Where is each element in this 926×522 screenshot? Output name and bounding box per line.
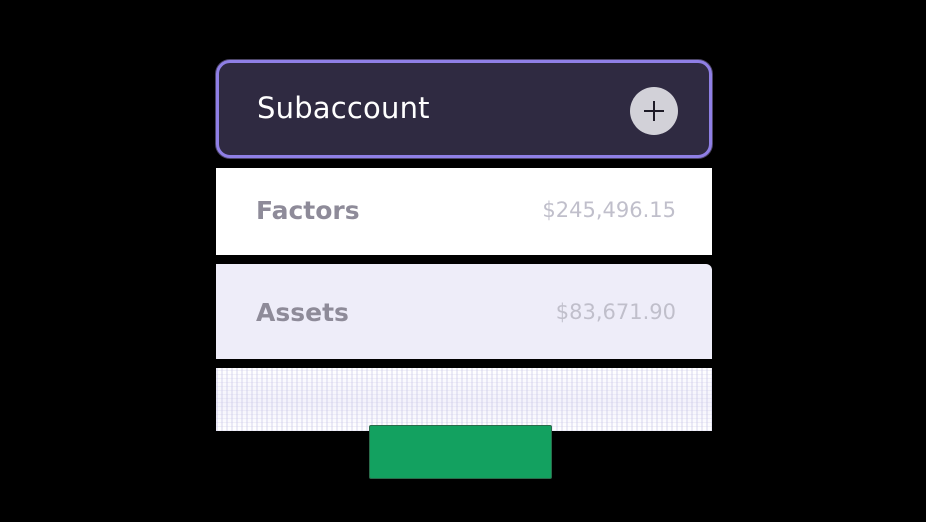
- green-action-bar[interactable]: [369, 425, 552, 479]
- list-item-assets[interactable]: Assets $83,671.90: [216, 264, 712, 359]
- subaccount-title: Subaccount: [257, 91, 430, 125]
- list-item-factors[interactable]: Factors $245,496.15: [216, 168, 712, 255]
- subaccount-header: Subaccount: [216, 60, 712, 158]
- subaccount-card-stack: Subaccount Factors $245,496.15 Assets $8…: [0, 0, 926, 522]
- add-subaccount-button[interactable]: [630, 87, 678, 135]
- row-label: Factors: [256, 196, 360, 225]
- row-amount: $245,496.15: [542, 198, 676, 222]
- plus-icon: [644, 101, 664, 121]
- row-label: Assets: [256, 298, 349, 327]
- list-item-faded: [216, 368, 712, 431]
- row-amount: $83,671.90: [555, 300, 676, 324]
